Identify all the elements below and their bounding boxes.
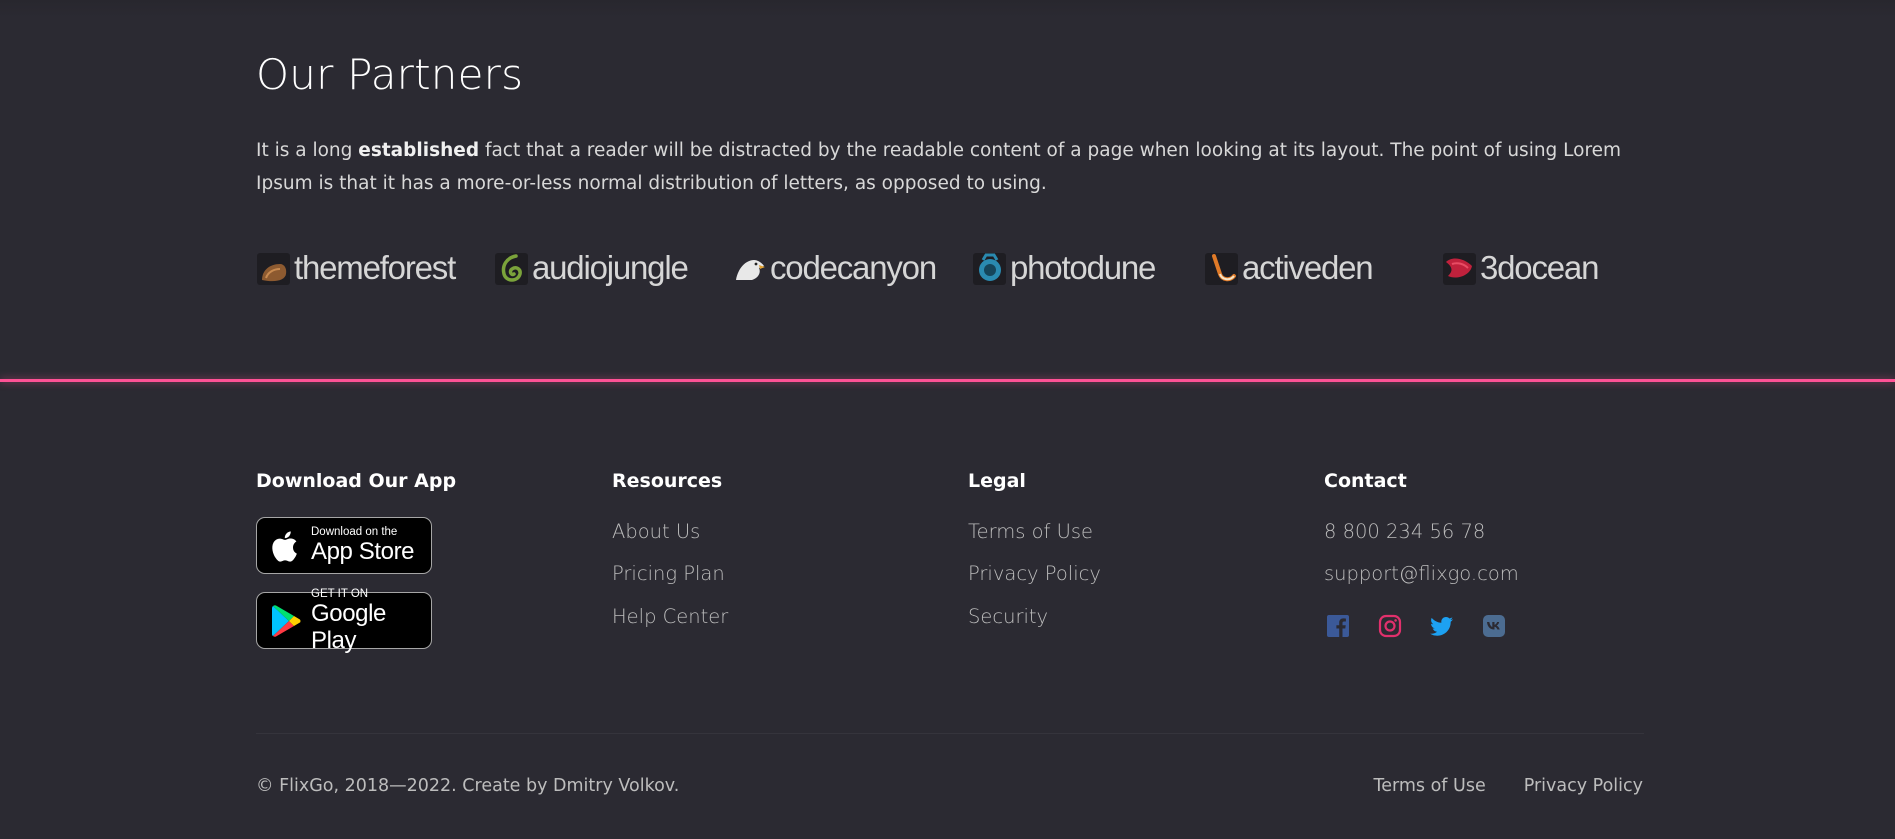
social-links — [1324, 612, 1532, 640]
bottom-link-privacy[interactable]: Privacy Policy — [1486, 776, 1643, 796]
accent-divider — [0, 379, 1895, 382]
app-store-button[interactable]: Download on the App Store — [256, 517, 432, 574]
app-store-small-text: Download on the — [311, 526, 398, 538]
footer-col-resources: Resources About Us Pricing Plan Help Cen… — [612, 470, 728, 628]
partner-name: codecanyon — [770, 249, 937, 286]
instagram-icon[interactable] — [1376, 612, 1404, 640]
activeden-icon — [1205, 253, 1238, 285]
apple-icon — [272, 530, 297, 562]
partner-logo-photodune[interactable]: photodune — [972, 240, 1156, 296]
partners-text-bold: established — [358, 140, 480, 161]
contact-phone[interactable]: 8 800 234 56 78 — [1324, 520, 1485, 543]
bottom-link-terms[interactable]: Terms of Use — [1336, 776, 1486, 796]
codecanyon-icon — [736, 260, 765, 280]
google-play-button[interactable]: GET IT ON Google Play — [256, 588, 432, 654]
partners-title: Our Partners — [256, 50, 524, 99]
link-security[interactable]: Security — [968, 605, 1048, 628]
partner-name: 3docean — [1480, 249, 1599, 286]
link-privacy-policy[interactable]: Privacy Policy — [968, 562, 1101, 585]
twitter-icon[interactable] — [1428, 612, 1456, 640]
bottom-link-label: Terms of Use — [1373, 776, 1486, 796]
contact-email[interactable]: support@flixgo.com — [1324, 562, 1519, 585]
resources-title: Resources — [612, 470, 723, 492]
app-title: Download Our App — [256, 470, 457, 492]
link-about-us[interactable]: About Us — [612, 520, 700, 543]
partner-logo-themeforest[interactable]: themeforest — [256, 240, 456, 296]
vk-icon[interactable] — [1480, 612, 1508, 640]
partner-logos: themeforest audiojungle codecanyon photo… — [256, 240, 1656, 296]
footer-col-contact: Contact 8 800 234 56 78 support@flixgo.c… — [1324, 470, 1519, 638]
footer-col-legal: Legal Terms of Use Privacy Policy Securi… — [968, 470, 1101, 628]
partner-name: audiojungle — [532, 249, 689, 286]
themeforest-icon — [257, 253, 290, 285]
3docean-icon — [1443, 253, 1476, 285]
partners-text-part: It is a long — [256, 140, 359, 161]
google-play-icon — [272, 604, 301, 637]
contact-title: Contact — [1324, 470, 1407, 492]
bottom-links: Terms of Use Privacy Policy — [1336, 776, 1644, 796]
google-play-big-text: Google Play — [311, 599, 386, 654]
link-pricing-plan[interactable]: Pricing Plan — [612, 562, 725, 585]
bottom-link-label: Privacy Policy — [1523, 776, 1643, 796]
partner-logo-3docean[interactable]: 3docean — [1442, 240, 1599, 296]
facebook-icon[interactable] — [1324, 612, 1352, 640]
partners-description: It is a long established fact that a rea… — [256, 134, 1636, 200]
partner-name: activeden — [1242, 249, 1374, 286]
partner-logo-activeden[interactable]: activeden — [1204, 240, 1374, 296]
partner-logo-codecanyon[interactable]: codecanyon — [732, 240, 937, 296]
audiojungle-icon — [495, 253, 528, 285]
copyright-text: © FlixGo, 2018—2022. Create by Dmitry Vo… — [256, 776, 680, 796]
footer-col-app: Download Our App Download on the App Sto… — [256, 470, 457, 654]
photodune-icon — [973, 253, 1006, 285]
partner-logo-audiojungle[interactable]: audiojungle — [494, 240, 689, 296]
app-store-big-text: App Store — [311, 538, 415, 565]
link-terms-of-use[interactable]: Terms of Use — [968, 520, 1093, 543]
partners-section: Our Partners It is a long established fa… — [0, 0, 1895, 382]
link-help-center[interactable]: Help Center — [612, 605, 728, 628]
legal-title: Legal — [968, 470, 1026, 492]
google-play-small-text: GET IT ON — [311, 587, 369, 600]
partner-name: themeforest — [294, 249, 456, 286]
partner-name: photodune — [1010, 249, 1156, 286]
bottom-divider — [256, 733, 1644, 734]
